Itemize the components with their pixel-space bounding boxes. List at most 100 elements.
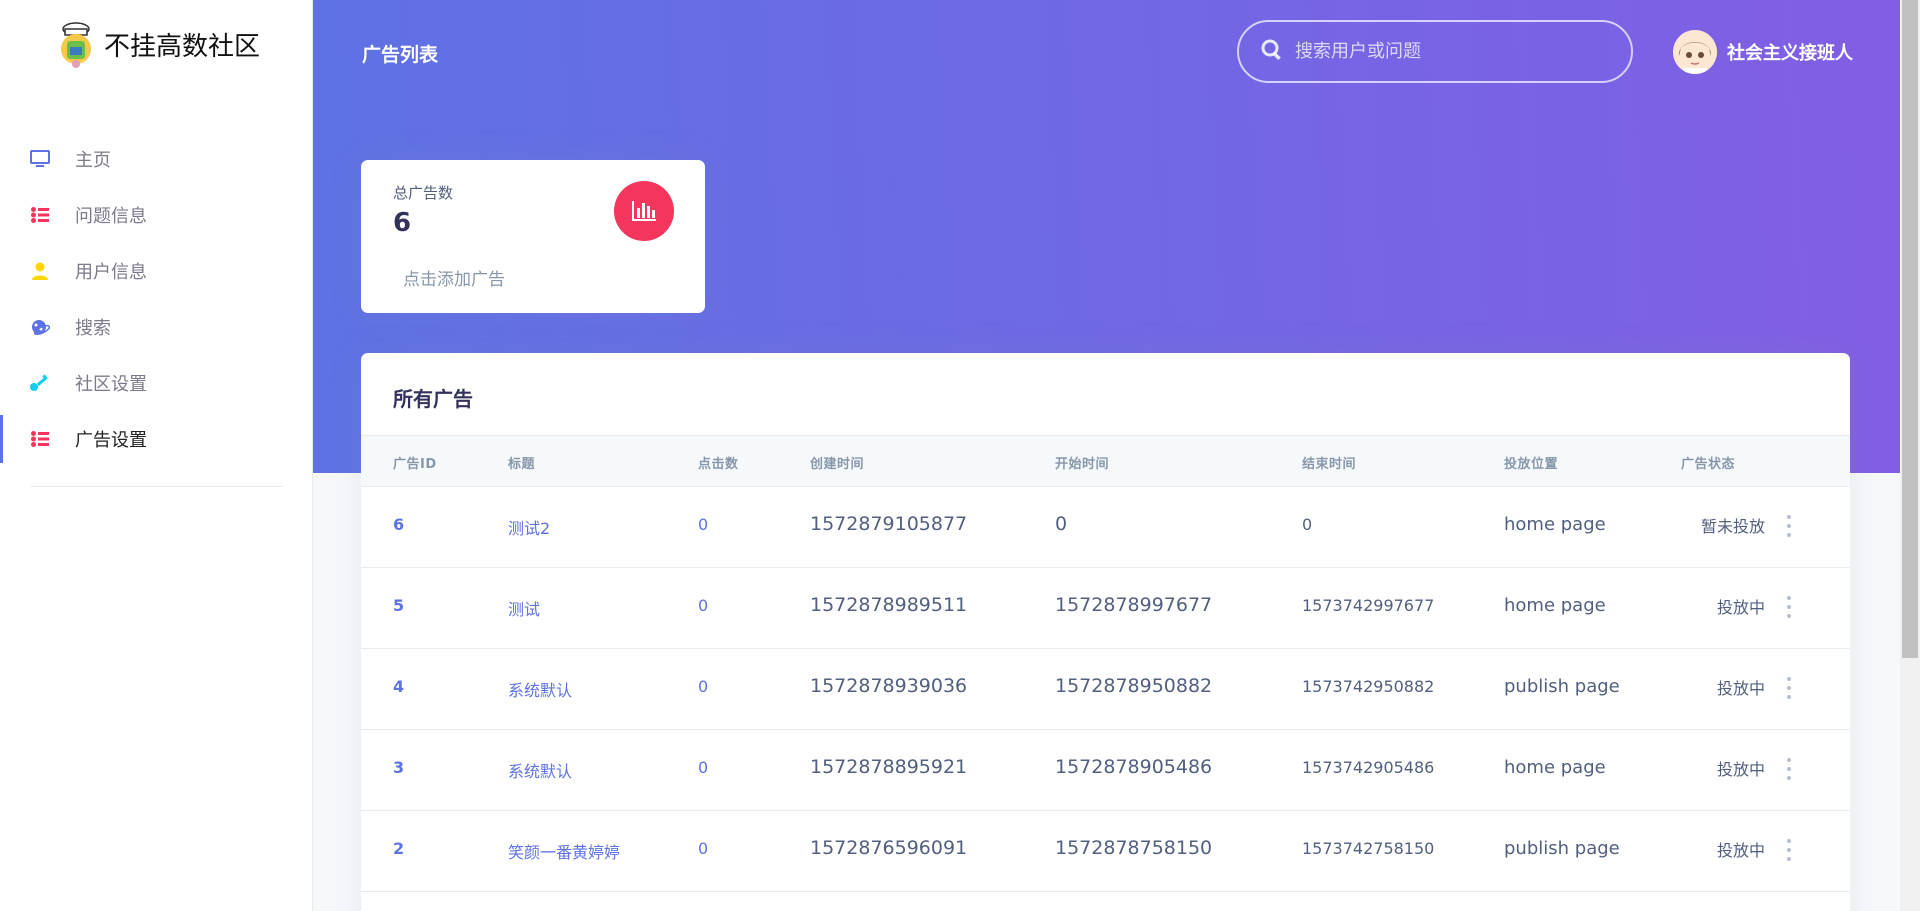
- sidebar-item-search[interactable]: 搜索: [0, 299, 313, 355]
- ad-status: 投放中: [1716, 679, 1765, 698]
- sidebar-item-questions[interactable]: 问题信息: [0, 187, 313, 243]
- ad-position: home page: [1504, 514, 1606, 535]
- ad-start-time: 0: [1055, 513, 1068, 535]
- search-box[interactable]: [1237, 20, 1633, 83]
- ad-title-link[interactable]: 笑颜一番黄婷婷: [508, 839, 620, 863]
- avatar: [1673, 30, 1717, 74]
- ad-clicks: 0: [698, 515, 709, 534]
- ad-clicks: 0: [698, 839, 709, 858]
- ad-id[interactable]: 6: [393, 515, 404, 534]
- row-actions-icon[interactable]: [1782, 596, 1796, 618]
- table-body: 6 测试2 0 1572879105877 0 0 home page 暂未投放…: [361, 487, 1850, 892]
- scrollbar-thumb[interactable]: [1902, 0, 1918, 658]
- monitor-icon: [30, 149, 50, 169]
- brand[interactable]: 不挂高数社区: [56, 18, 260, 70]
- column-header: 创建时间: [810, 457, 865, 472]
- ad-created-time: 1572876596091: [810, 837, 968, 859]
- sidebar-item-label: 搜索: [75, 318, 111, 339]
- page-title: 广告列表: [362, 44, 439, 66]
- search-input[interactable]: [1295, 41, 1615, 62]
- table-row: 4 系统默认 0 1572878939036 1572878950882 157…: [361, 649, 1850, 730]
- ads-table-card: 所有广告 广告ID 标题 点击数 创建时间 开始时间 结束时间 投放位置 广告状…: [361, 353, 1850, 911]
- ad-status: 投放中: [1716, 760, 1765, 779]
- column-header: 广告状态: [1681, 457, 1736, 472]
- user-menu[interactable]: 社会主义接班人: [1673, 30, 1853, 74]
- ad-id[interactable]: 2: [393, 839, 404, 858]
- table-title: 所有广告: [393, 387, 473, 411]
- ad-position: home page: [1504, 757, 1606, 778]
- ad-status: 投放中: [1716, 841, 1765, 860]
- user-icon: [30, 261, 50, 281]
- row-actions-icon[interactable]: [1782, 515, 1796, 537]
- table-row: 2 笑颜一番黄婷婷 0 1572876596091 1572878758150 …: [361, 811, 1850, 892]
- stat-label: 总广告数: [393, 184, 454, 202]
- ad-status: 投放中: [1716, 598, 1765, 617]
- ad-end-time: 1573742950882: [1302, 677, 1435, 696]
- ad-title-link[interactable]: 系统默认: [508, 677, 572, 701]
- list-icon: [30, 429, 50, 449]
- sidebar-item-label: 主页: [75, 150, 111, 171]
- ad-position: home page: [1504, 595, 1606, 616]
- column-header: 广告ID: [393, 457, 437, 472]
- ad-end-time: 1573742905486: [1302, 758, 1435, 777]
- ad-created-time: 1572878895921: [810, 756, 968, 778]
- ad-start-time: 1572878905486: [1055, 756, 1213, 778]
- sidebar-item-label: 社区设置: [75, 374, 147, 395]
- sidebar-item-community-settings[interactable]: 社区设置: [0, 355, 313, 411]
- ad-position: publish page: [1504, 838, 1620, 859]
- ad-end-time: 0: [1302, 515, 1313, 534]
- key-icon: [30, 373, 50, 393]
- ad-clicks: 0: [698, 596, 709, 615]
- page-scrollbar[interactable]: [1900, 0, 1920, 911]
- user-name: 社会主义接班人: [1727, 43, 1853, 64]
- ad-status: 暂未投放: [1700, 517, 1765, 536]
- ad-start-time: 1572878950882: [1055, 675, 1213, 697]
- sidebar-item-label: 用户信息: [75, 262, 147, 283]
- stat-value: 6: [393, 208, 412, 238]
- bar-chart-icon: [614, 181, 674, 241]
- planet-icon: [30, 317, 50, 337]
- sidebar-item-ad-settings[interactable]: 广告设置: [0, 411, 313, 467]
- add-ad-link[interactable]: 点击添加广告: [403, 265, 505, 290]
- ad-end-time: 1573742997677: [1302, 596, 1435, 615]
- sidebar-nav: 主页 问题信息 用户信息 搜索 社区设置 广告设置: [0, 131, 313, 467]
- column-header: 结束时间: [1302, 457, 1357, 472]
- ad-end-time: 1573742758150: [1302, 839, 1435, 858]
- list-icon: [30, 205, 50, 225]
- column-header: 投放位置: [1504, 457, 1559, 472]
- ad-position: publish page: [1504, 676, 1620, 697]
- table-row: 3 系统默认 0 1572878895921 1572878905486 157…: [361, 730, 1850, 811]
- ad-created-time: 1572878939036: [810, 675, 968, 697]
- sidebar-item-users[interactable]: 用户信息: [0, 243, 313, 299]
- ad-title-link[interactable]: 测试2: [508, 515, 550, 539]
- row-actions-icon[interactable]: [1782, 839, 1796, 861]
- sidebar-item-label: 问题信息: [75, 206, 147, 227]
- sidebar-item-label: 广告设置: [75, 430, 147, 451]
- brand-logo-icon: [56, 19, 96, 69]
- ad-id[interactable]: 3: [393, 758, 404, 777]
- ad-created-time: 1572879105877: [810, 513, 968, 535]
- ad-title-link[interactable]: 测试: [508, 596, 540, 620]
- ad-start-time: 1572878758150: [1055, 837, 1213, 859]
- ad-clicks: 0: [698, 677, 709, 696]
- brand-name: 不挂高数社区: [104, 31, 261, 62]
- column-header: 标题: [508, 457, 536, 472]
- table-row: 5 测试 0 1572878989511 1572878997677 15737…: [361, 568, 1850, 649]
- table-row: 6 测试2 0 1572879105877 0 0 home page 暂未投放: [361, 487, 1850, 568]
- ad-id[interactable]: 5: [393, 596, 404, 615]
- ad-start-time: 1572878997677: [1055, 594, 1213, 616]
- row-actions-icon[interactable]: [1782, 677, 1796, 699]
- row-actions-icon[interactable]: [1782, 758, 1796, 780]
- ad-id[interactable]: 4: [393, 677, 404, 696]
- table-header: 广告ID 标题 点击数 创建时间 开始时间 结束时间 投放位置 广告状态: [361, 435, 1850, 487]
- ad-created-time: 1572878989511: [810, 594, 968, 616]
- sidebar-item-home[interactable]: 主页: [0, 131, 313, 187]
- search-icon: [1261, 39, 1283, 65]
- column-header: 开始时间: [1055, 457, 1110, 472]
- total-ads-card: 总广告数 6 点击添加广告: [361, 160, 705, 313]
- ad-clicks: 0: [698, 758, 709, 777]
- sidebar: 不挂高数社区 主页 问题信息 用户信息 搜索 社区设置 广告设置: [0, 0, 313, 911]
- column-header: 点击数: [698, 457, 739, 472]
- ad-title-link[interactable]: 系统默认: [508, 758, 572, 782]
- sidebar-divider: [30, 486, 283, 487]
